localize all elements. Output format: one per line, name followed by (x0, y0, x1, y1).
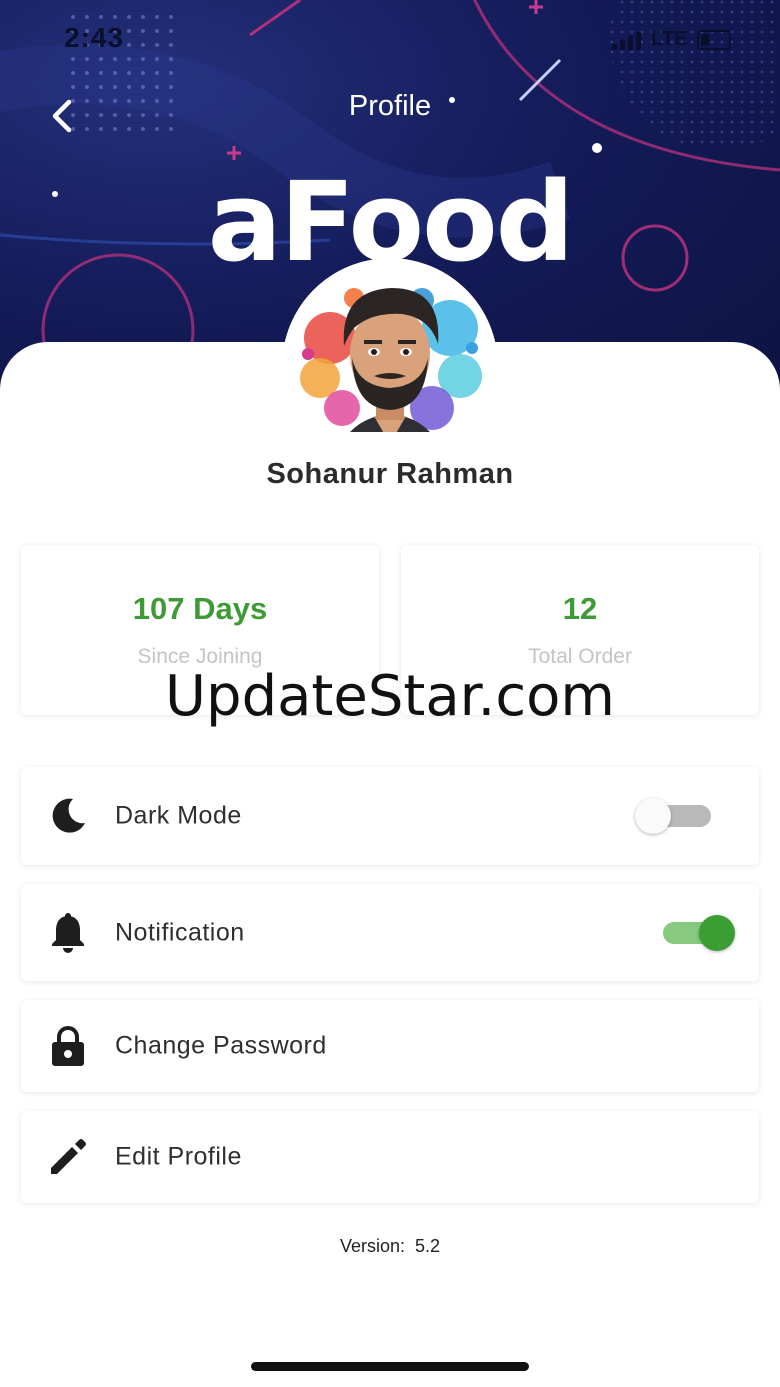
status-icons: LTE (612, 28, 732, 51)
menu-item-notification[interactable]: Notification (21, 884, 759, 981)
dark-mode-toggle[interactable] (635, 796, 719, 836)
menu-item-dark-mode[interactable]: Dark Mode (21, 767, 759, 865)
signal-icon (612, 30, 641, 50)
app-version: Version: 5.2 (0, 1236, 780, 1257)
lock-icon (45, 1023, 91, 1069)
menu-label-change-password: Change Password (115, 1031, 327, 1060)
menu-label-notification: Notification (115, 918, 245, 946)
pencil-icon (45, 1134, 91, 1180)
version-label: Version: (339, 1236, 405, 1256)
status-time: 2:43 (64, 22, 125, 53)
moon-icon (45, 793, 91, 839)
stat-value-orders: 12 (562, 591, 598, 626)
version-value: 5.2 (415, 1236, 441, 1256)
watermark: UpdateStar.com (165, 664, 615, 729)
stat-value-days: 107 Days (132, 591, 268, 626)
profile-screen: 2:43 LTE Profile aFood Sohanur Rahman 10… (0, 0, 780, 1387)
page-title: Profile (348, 90, 432, 122)
menu-label-dark-mode: Dark Mode (115, 801, 242, 830)
menu-label-edit-profile: Edit Profile (115, 1142, 242, 1171)
notification-toggle[interactable] (655, 913, 739, 953)
user-name: Sohanur Rahman (266, 458, 514, 490)
status-bar: 2:43 LTE (0, 0, 780, 80)
menu-item-edit-profile[interactable]: Edit Profile (21, 1111, 759, 1203)
home-indicator (251, 1362, 529, 1371)
battery-icon (697, 29, 732, 50)
bell-icon (45, 910, 91, 956)
menu-item-change-password[interactable]: Change Password (21, 1000, 759, 1092)
network-label: LTE (651, 28, 688, 50)
